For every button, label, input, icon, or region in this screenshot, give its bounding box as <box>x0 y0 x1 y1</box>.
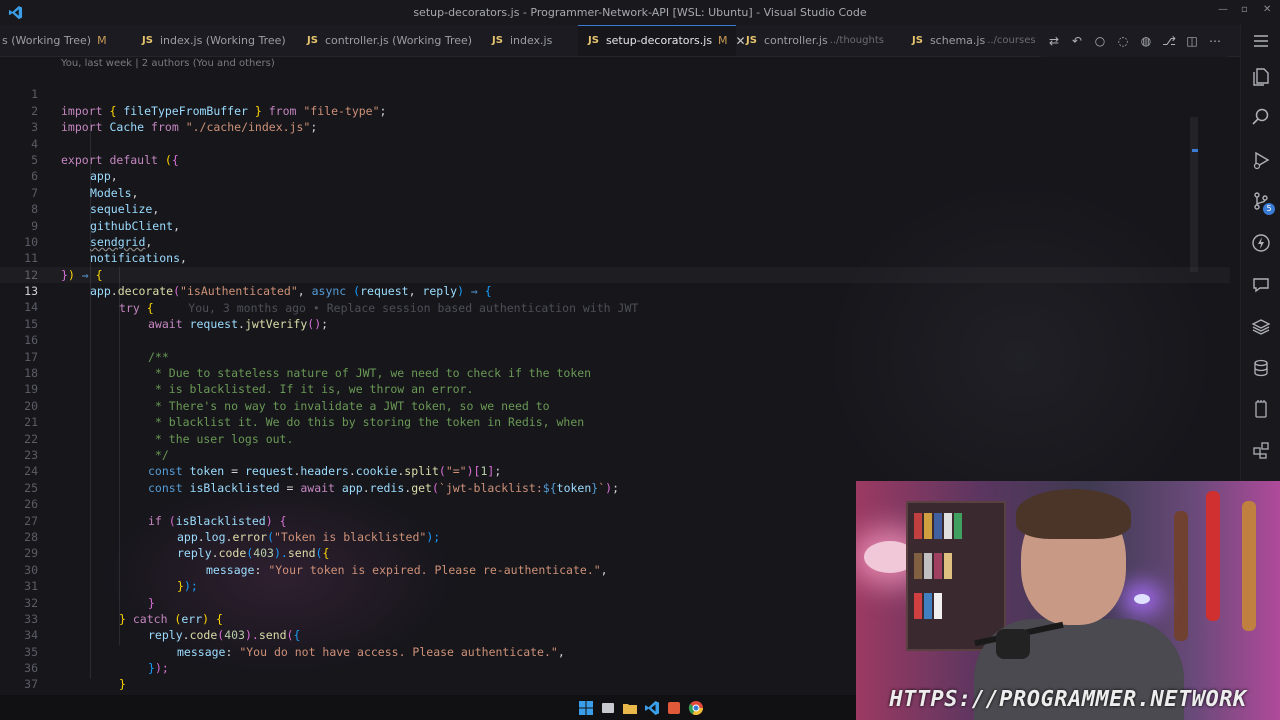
code-line: 9 sendgrid, <box>0 201 1230 249</box>
code-line: 6 Models, <box>0 152 1230 199</box>
toggle-icon[interactable]: ◌ <box>1116 34 1130 48</box>
code-line: 25 <box>0 463 1230 495</box>
minimap-cursor-marker <box>1192 149 1198 152</box>
code-line: 24 const isBlacklisted = await app.redis… <box>0 447 1230 494</box>
code-line: 8 githubClient, <box>0 185 1230 232</box>
tab-controller-working-tree[interactable]: JS controller.js (Working Tree) <box>297 25 482 56</box>
code-line: 11 }) ⇒ { <box>0 234 1230 281</box>
more-actions-icon[interactable]: ⋯ <box>1208 34 1222 48</box>
person-hair <box>1016 489 1131 539</box>
circle-icon[interactable]: ○ <box>1093 34 1107 48</box>
javascript-file-icon: JS <box>912 35 923 46</box>
split-editor-icon[interactable]: ◫ <box>1185 34 1199 48</box>
code-line: 1 import { fileTypeFromBuffer } from "fi… <box>0 70 1230 117</box>
guitar <box>1174 511 1188 641</box>
notebook-icon[interactable] <box>1251 399 1271 419</box>
source-control-badge: 5 <box>1263 203 1275 215</box>
window-title: setup-decorators.js - Programmer-Network… <box>413 6 867 19</box>
javascript-file-icon: JS <box>307 35 318 46</box>
extensions-icon[interactable] <box>1251 440 1271 460</box>
microphone <box>996 629 1030 659</box>
title-bar: setup-decorators.js - Programmer-Network… <box>0 0 1280 25</box>
tab-path-hint: ../thoughts <box>829 35 884 46</box>
comments-icon[interactable] <box>1251 275 1271 295</box>
code-line: 17 * Due to stateless nature of JWT, we … <box>0 332 1230 380</box>
code-line: 18 * is blacklisted. If it is, we throw … <box>0 349 1230 396</box>
code-line: 20 * blacklist it. We do this by storing… <box>0 381 1230 429</box>
open-changes-icon[interactable]: ⎇ <box>1162 34 1176 48</box>
taskbar <box>0 695 856 720</box>
tab-label: schema.js <box>929 34 986 47</box>
tab-index-working-tree[interactable]: JS index.js (Working Tree) <box>132 25 297 56</box>
chrome-icon[interactable] <box>688 700 704 716</box>
file-explorer-icon[interactable] <box>622 700 638 716</box>
guitar <box>1206 491 1220 621</box>
code-line: 21 * the user logs out. <box>0 398 1230 445</box>
remote-icon[interactable] <box>1251 233 1271 253</box>
tab-working-tree[interactable]: s (Working Tree) M <box>0 25 132 56</box>
compare-changes-icon[interactable]: ⇄ <box>1047 34 1061 48</box>
code-line: 16 /** <box>0 316 1230 363</box>
tab-controller-thoughts[interactable]: JS controller.js ../thoughts <box>736 25 902 56</box>
purple-light <box>1134 594 1150 604</box>
menu-icon[interactable] <box>1253 33 1269 49</box>
modified-indicator: M <box>718 34 728 47</box>
tab-label: index.js (Working Tree) <box>159 34 286 47</box>
javascript-file-icon: JS <box>588 35 599 46</box>
revert-icon[interactable]: ↶ <box>1070 34 1084 48</box>
tab-setup-decorators[interactable]: JS setup-decorators.js M ✕ <box>578 25 746 56</box>
code-line: 22 */ <box>0 414 1230 462</box>
tab-label: s (Working Tree) <box>2 34 92 47</box>
minimap-slider[interactable] <box>1190 117 1198 272</box>
explorer-icon[interactable] <box>1251 67 1271 87</box>
tab-label: index.js <box>509 34 553 47</box>
database-icon[interactable] <box>1251 358 1271 378</box>
layers-icon[interactable] <box>1251 317 1271 337</box>
minimize-button[interactable]: — <box>1218 4 1228 15</box>
git-lens-icon[interactable]: ◍ <box>1139 34 1153 48</box>
git-blame-header[interactable]: You, last week | 2 authors (You and othe… <box>61 58 275 69</box>
tab-label: controller.js (Working Tree) <box>324 34 473 47</box>
vscode-taskbar-icon[interactable] <box>644 700 660 716</box>
code-line: 14 await request.jwtVerify(); <box>0 283 1230 330</box>
code-line: 2 import Cache from "./cache/index.js"; <box>0 86 1230 134</box>
code-line: 23 const token = request.headers.cookie.… <box>0 431 1230 478</box>
webcam-overlay: HTTPS://PROGRAMMER.NETWORK <box>856 481 1280 720</box>
taskbar-icons <box>578 700 704 716</box>
javascript-file-icon: JS <box>142 35 153 46</box>
code-line: 10 notifications, <box>0 218 1230 265</box>
code-line: 5 app, <box>0 136 1230 183</box>
tab-path-hint: ../courses <box>987 35 1036 46</box>
modified-indicator: M <box>97 34 107 47</box>
app-taskbar-icon[interactable] <box>666 700 682 716</box>
windows-start-icon[interactable] <box>578 700 594 716</box>
code-line: 3 <box>0 103 1230 134</box>
code-line: 15 <box>0 299 1230 331</box>
webcam-caption: HTTPS://PROGRAMMER.NETWORK <box>889 687 1247 712</box>
tab-label: controller.js <box>763 34 828 47</box>
maximize-button[interactable]: ▫ <box>1241 4 1248 15</box>
bookshelf <box>906 501 1006 651</box>
tab-schema-courses[interactable]: JS schema.js ../courses <box>902 25 1052 56</box>
code-line-current: 13 try { You, 3 months ago • Replace ses… <box>0 267 1230 314</box>
search-icon[interactable] <box>1251 107 1271 127</box>
javascript-file-icon: JS <box>746 35 757 46</box>
close-window-button[interactable]: ✕ <box>1263 4 1271 15</box>
task-view-icon[interactable] <box>600 700 616 716</box>
code-line: 12 app.decorate("isAuthenticated", async… <box>0 250 1230 298</box>
tab-label: setup-decorators.js <box>605 34 713 47</box>
tab-index[interactable]: JS index.js <box>482 25 578 56</box>
javascript-file-icon: JS <box>492 35 503 46</box>
run-debug-icon[interactable] <box>1251 150 1271 170</box>
guitar <box>1242 501 1256 631</box>
code-line: 19 * There's no way to invalidate a JWT … <box>0 365 1230 412</box>
editor-actions: ⇄ ↶ ○ ◌ ◍ ⎇ ◫ ⋯ <box>1041 25 1228 57</box>
code-line: 4 export default ({ <box>0 119 1230 167</box>
code-line: 7 sequelize, <box>0 168 1230 216</box>
